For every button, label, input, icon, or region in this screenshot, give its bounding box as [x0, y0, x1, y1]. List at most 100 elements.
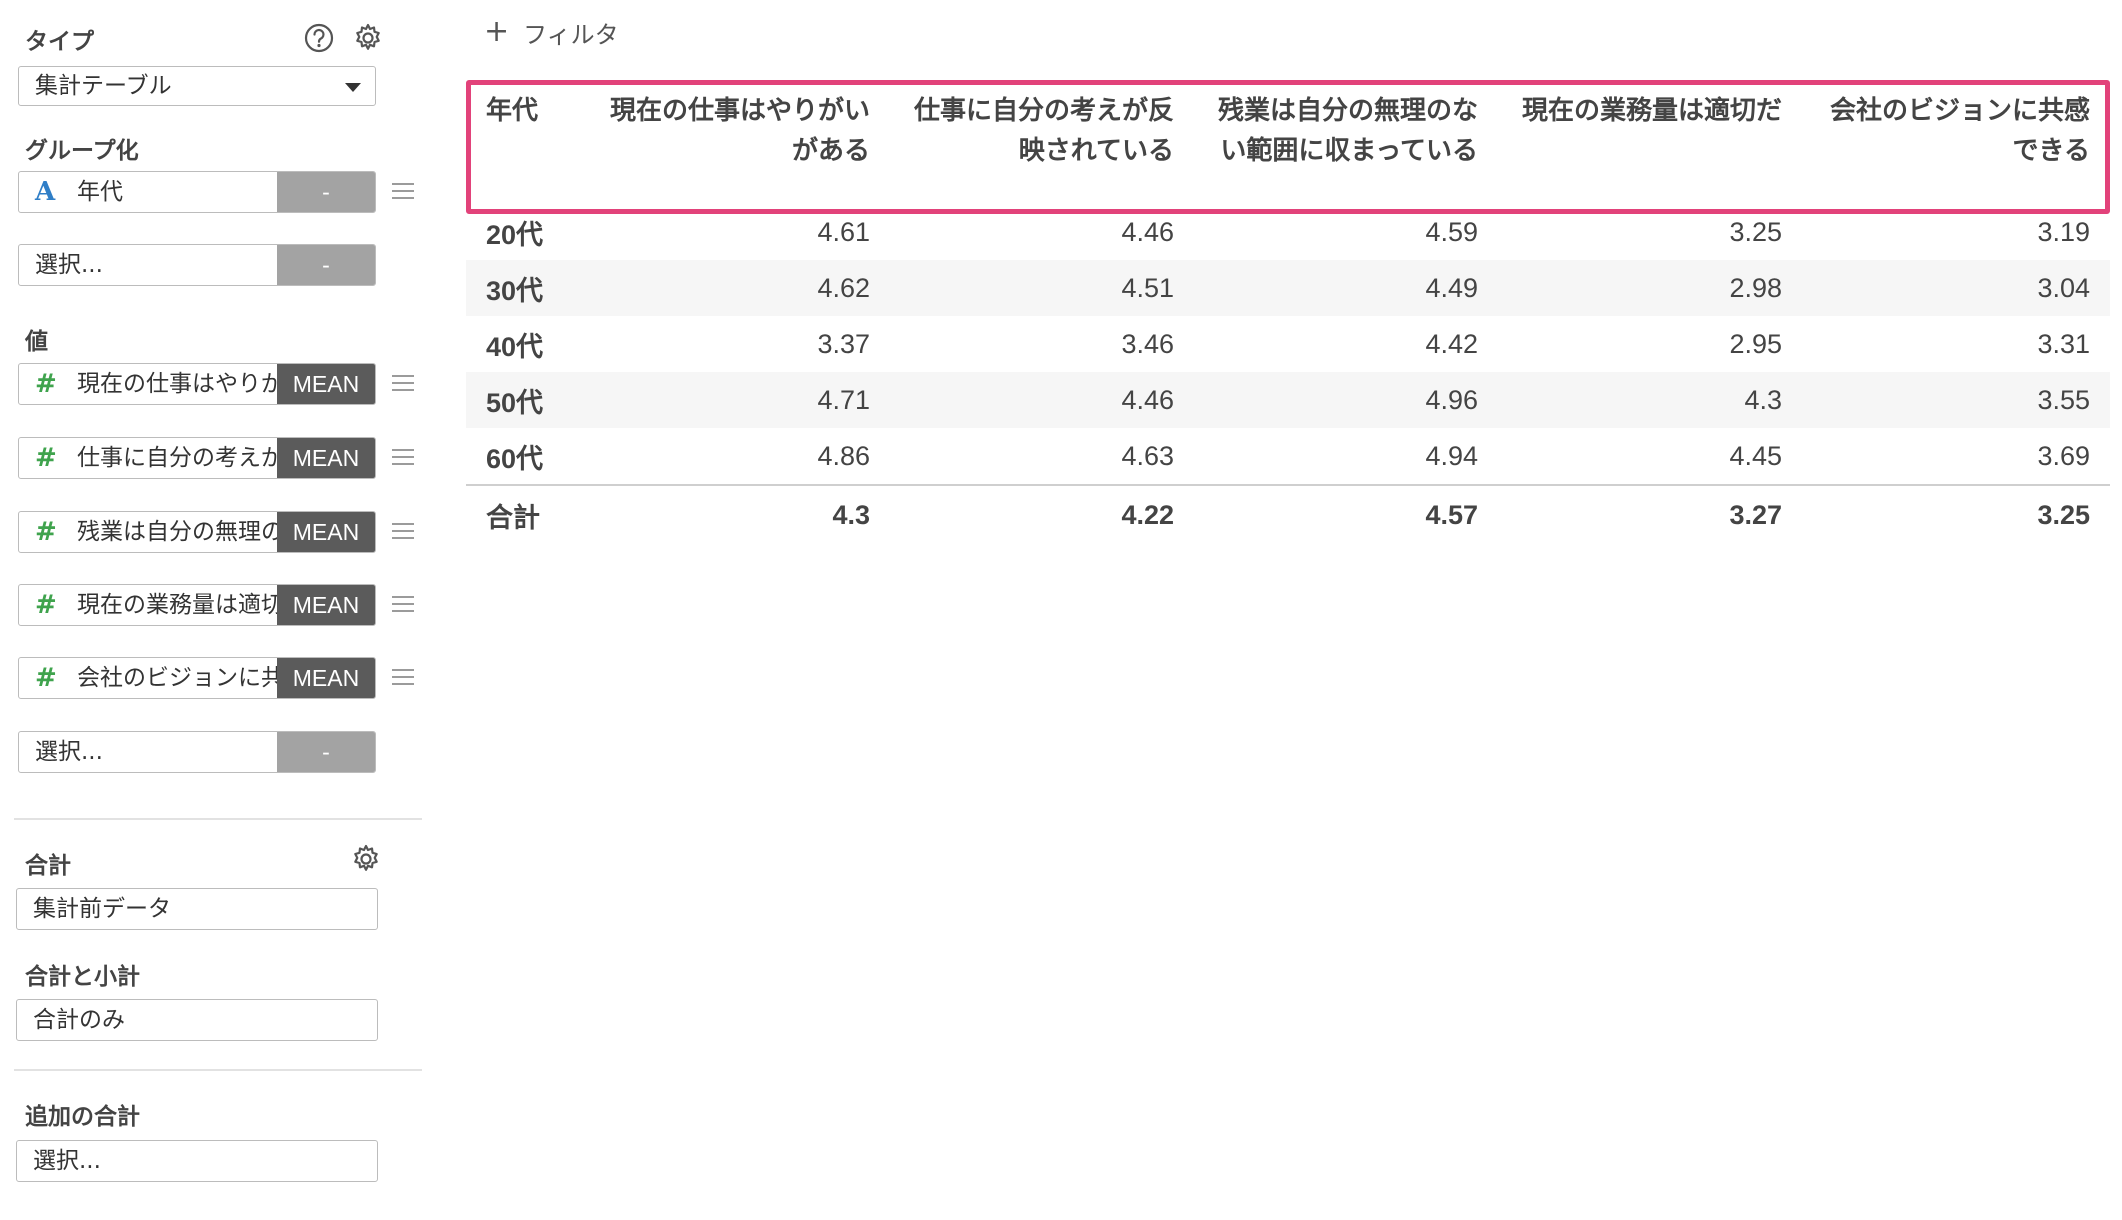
- value-item-label: 現在の業務量は適切だ: [77, 592, 297, 618]
- number-type-icon: #: [35, 517, 57, 547]
- table-row: 40代 3.37 3.46 4.42 2.95 3.31: [466, 316, 2110, 372]
- table-cell: 3.19: [2037, 216, 2090, 247]
- group-section-title: グループ化: [25, 138, 139, 164]
- number-type-icon: #: [35, 663, 57, 693]
- drag-handle-icon[interactable]: [392, 523, 414, 541]
- table-cell: 2.95: [1729, 328, 1782, 359]
- divider: [14, 1069, 422, 1071]
- aggregation-button[interactable]: MEAN: [277, 364, 375, 404]
- total-row: 合計 4.3 4.22 4.57 3.27 3.25: [466, 484, 2110, 544]
- drag-handle-icon[interactable]: [392, 375, 414, 393]
- table-cell: 4.61: [817, 216, 870, 247]
- value-item[interactable]: # 残業は自分の無理のない範囲に収まっている MEAN: [18, 511, 376, 553]
- subtotal-select-value: 合計のみ: [33, 1007, 125, 1033]
- value-item[interactable]: # 現在の仕事はやりがいがある MEAN: [18, 363, 376, 405]
- type-section-title: タイプ: [25, 29, 94, 55]
- table-row: 60代 4.86 4.63 4.94 4.45 3.69: [466, 428, 2110, 485]
- group-item-label: 年代: [77, 179, 123, 205]
- gear-icon[interactable]: [350, 843, 382, 875]
- column-header[interactable]: 残業は自分の無理のない範囲に収まっている: [1194, 80, 1498, 204]
- table-header-row: 年代 現在の仕事はやりがいがある 仕事に自分の考えが反映されている 残業は自分の…: [466, 80, 2110, 204]
- value-item-label: 現在の仕事はやりがいがある: [77, 371, 297, 397]
- total-cell: 4.3: [586, 484, 890, 544]
- drag-handle-icon[interactable]: [392, 669, 414, 687]
- table-cell: 4.86: [817, 440, 870, 471]
- value-item-label: 会社のビジョンに共感できる: [77, 665, 297, 691]
- table-cell: 3.46: [1121, 328, 1174, 359]
- extra-total-section-title: 追加の合計: [25, 1104, 140, 1130]
- table-cell: 4.63: [1121, 440, 1174, 471]
- table-cell: 4.46: [1121, 216, 1174, 247]
- column-header[interactable]: 現在の業務量は適切だ: [1498, 80, 1802, 204]
- table-cell: 4.46: [890, 372, 1194, 428]
- column-header[interactable]: 年代: [466, 80, 586, 204]
- caret-down-icon: [345, 83, 361, 92]
- type-select[interactable]: 集計テーブル: [18, 66, 376, 106]
- table-row: 50代 4.71 4.46 4.96 4.3 3.55: [466, 372, 2110, 428]
- row-header: 60代: [486, 443, 544, 474]
- group-select[interactable]: 選択... -: [18, 244, 376, 286]
- table-cell: 4.45: [1729, 440, 1782, 471]
- value-item-label: 残業は自分の無理のない範囲に収まっている: [77, 519, 297, 545]
- drag-handle-icon[interactable]: [392, 449, 414, 467]
- gear-icon[interactable]: [352, 22, 384, 54]
- total-cell: 4.22: [890, 484, 1194, 544]
- subtotal-select[interactable]: 合計のみ: [16, 999, 378, 1041]
- table-cell: 3.55: [1802, 372, 2110, 428]
- total-cell: 3.27: [1498, 484, 1802, 544]
- add-filter-button[interactable]: + フィルタ: [484, 14, 619, 50]
- column-header[interactable]: 現在の仕事はやりがいがある: [586, 80, 890, 204]
- plus-icon: +: [484, 14, 510, 49]
- table-cell: 4.62: [586, 260, 890, 316]
- value-select[interactable]: 選択... -: [18, 731, 376, 773]
- table-cell: 3.04: [1802, 260, 2110, 316]
- row-header: 20代: [486, 219, 544, 250]
- table-cell: 4.49: [1194, 260, 1498, 316]
- table-row: 30代 4.62 4.51 4.49 2.98 3.04: [466, 260, 2110, 316]
- group-item-remove-button[interactable]: -: [277, 172, 375, 212]
- pivot-table: 年代 現在の仕事はやりがいがある 仕事に自分の考えが反映されている 残業は自分の…: [466, 80, 2110, 544]
- table-cell: 4.96: [1194, 372, 1498, 428]
- group-select-button[interactable]: -: [277, 245, 375, 285]
- aggregation-button[interactable]: MEAN: [277, 585, 375, 625]
- text-type-icon: A: [35, 177, 56, 207]
- value-item-label: 仕事に自分の考えが反映されている: [77, 445, 297, 471]
- settings-sidebar: タイプ 集計テーブル グループ化 A 年代 - 選択... - 値 # 現在の仕…: [0, 0, 430, 1220]
- table-cell: 4.71: [586, 372, 890, 428]
- table-cell: 3.69: [2037, 440, 2090, 471]
- table-row: 20代 4.61 4.46 4.59 3.25 3.19: [466, 204, 2110, 260]
- table-cell: 4.42: [1425, 328, 1478, 359]
- row-header: 30代: [466, 260, 586, 316]
- aggregation-button[interactable]: MEAN: [277, 658, 375, 698]
- type-select-value: 集計テーブル: [35, 73, 172, 99]
- extra-total-select-value: 選択...: [33, 1148, 101, 1174]
- table-cell: 3.37: [817, 328, 870, 359]
- column-header[interactable]: 仕事に自分の考えが反映されている: [890, 80, 1194, 204]
- value-item[interactable]: # 現在の業務量は適切だ MEAN: [18, 584, 376, 626]
- total-section-title: 合計: [25, 853, 71, 879]
- value-item[interactable]: # 会社のビジョンに共感できる MEAN: [18, 657, 376, 699]
- aggregation-button[interactable]: MEAN: [277, 438, 375, 478]
- table-cell: 3.31: [2037, 328, 2090, 359]
- drag-handle-icon[interactable]: [392, 596, 414, 614]
- value-select-button[interactable]: -: [277, 732, 375, 772]
- number-type-icon: #: [35, 369, 57, 399]
- row-header: 50代: [466, 372, 586, 428]
- total-row-header: 合計: [466, 484, 586, 544]
- total-select[interactable]: 集計前データ: [16, 888, 378, 930]
- value-item[interactable]: # 仕事に自分の考えが反映されている MEAN: [18, 437, 376, 479]
- table-cell: 4.59: [1425, 216, 1478, 247]
- aggregation-button[interactable]: MEAN: [277, 512, 375, 552]
- group-item-age[interactable]: A 年代 -: [18, 171, 376, 213]
- value-select-placeholder: 選択...: [35, 739, 103, 765]
- table-cell: 4.94: [1425, 440, 1478, 471]
- row-header: 40代: [486, 331, 544, 362]
- number-type-icon: #: [35, 443, 57, 473]
- column-header[interactable]: 会社のビジョンに共感できる: [1802, 80, 2110, 204]
- help-icon[interactable]: [303, 22, 335, 54]
- drag-handle-icon[interactable]: [392, 183, 414, 201]
- table-cell: 4.3: [1498, 372, 1802, 428]
- table-cell: 3.25: [1729, 216, 1782, 247]
- extra-total-select[interactable]: 選択...: [16, 1140, 378, 1182]
- values-section-title: 値: [25, 329, 48, 355]
